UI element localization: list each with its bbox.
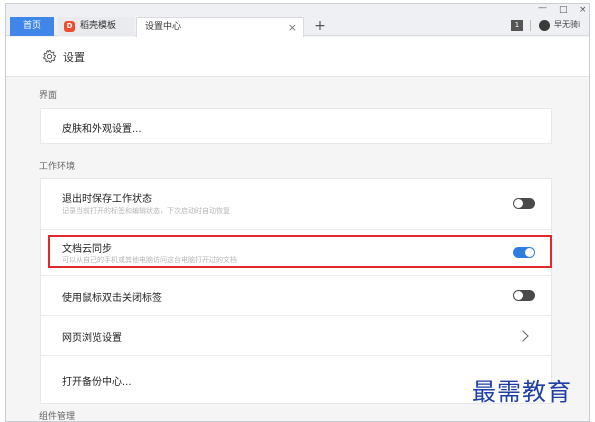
save-state-toggle[interactable] (513, 198, 535, 209)
save-state-label: 退出时保存工作状态 (62, 194, 152, 205)
page-title: 设置 (63, 51, 85, 64)
close-window-button[interactable]: × (579, 5, 587, 15)
maximize-button[interactable]: □ (559, 5, 568, 15)
tab-bar: 首页 D 稻壳模板 设置中心 × + — □ × 1 早无骑i (6, 4, 589, 37)
settings-header: 设置 (6, 37, 589, 77)
web-browse-item[interactable]: 网页浏览设置 (41, 315, 551, 355)
close-tab-icon[interactable]: × (288, 18, 297, 37)
section-label-components: 组件管理 (39, 412, 76, 422)
interface-card: 皮肤和外观设置... (40, 108, 552, 144)
docer-logo-icon: D (64, 21, 75, 32)
tab-settings-center[interactable]: 设置中心 × (136, 17, 304, 37)
tab-home[interactable]: 首页 (10, 17, 54, 36)
section-label-interface: 界面 (39, 91, 58, 101)
tab-template[interactable]: D 稻壳模板 (58, 17, 134, 36)
tab-template-label: 稻壳模板 (80, 21, 117, 31)
chevron-right-icon (517, 330, 529, 342)
gear-icon (43, 49, 57, 63)
app-window: 首页 D 稻壳模板 设置中心 × + — □ × 1 早无骑i 设置 界面 皮肤… (5, 3, 590, 422)
save-state-item: 退出时保存工作状态 记录当前打开的标签和编辑状态，下次启动时自动恢复 (41, 179, 551, 229)
section-label-work-env: 工作环境 (39, 162, 76, 172)
avatar[interactable] (539, 20, 550, 31)
dblclick-close-item: 使用鼠标双击关闭标签 (41, 275, 551, 315)
dblclick-close-toggle[interactable] (513, 290, 535, 301)
new-tab-button[interactable]: + (312, 17, 328, 35)
work-env-card: 退出时保存工作状态 记录当前打开的标签和编辑状态，下次启动时自动恢复 文档云同步… (40, 178, 552, 404)
toolbar-divider (530, 20, 531, 31)
backup-center-label: 打开备份中心... (62, 377, 132, 388)
minimize-button[interactable]: — (538, 4, 547, 13)
skin-settings-item[interactable]: 皮肤和外观设置... (41, 109, 551, 145)
skin-settings-label: 皮肤和外观设置... (62, 124, 142, 135)
save-state-desc: 记录当前打开的标签和编辑状态，下次启动时自动恢复 (62, 207, 230, 215)
tab-settings-label: 设置中心 (145, 22, 182, 32)
dblclick-close-label: 使用鼠标双击关闭标签 (62, 293, 162, 304)
watermark: 最需教育 (472, 378, 572, 406)
web-browse-label: 网页浏览设置 (62, 333, 122, 344)
highlight-box (48, 235, 552, 268)
tab-count-icon[interactable]: 1 (511, 20, 523, 31)
username[interactable]: 早无骑i (554, 19, 580, 30)
